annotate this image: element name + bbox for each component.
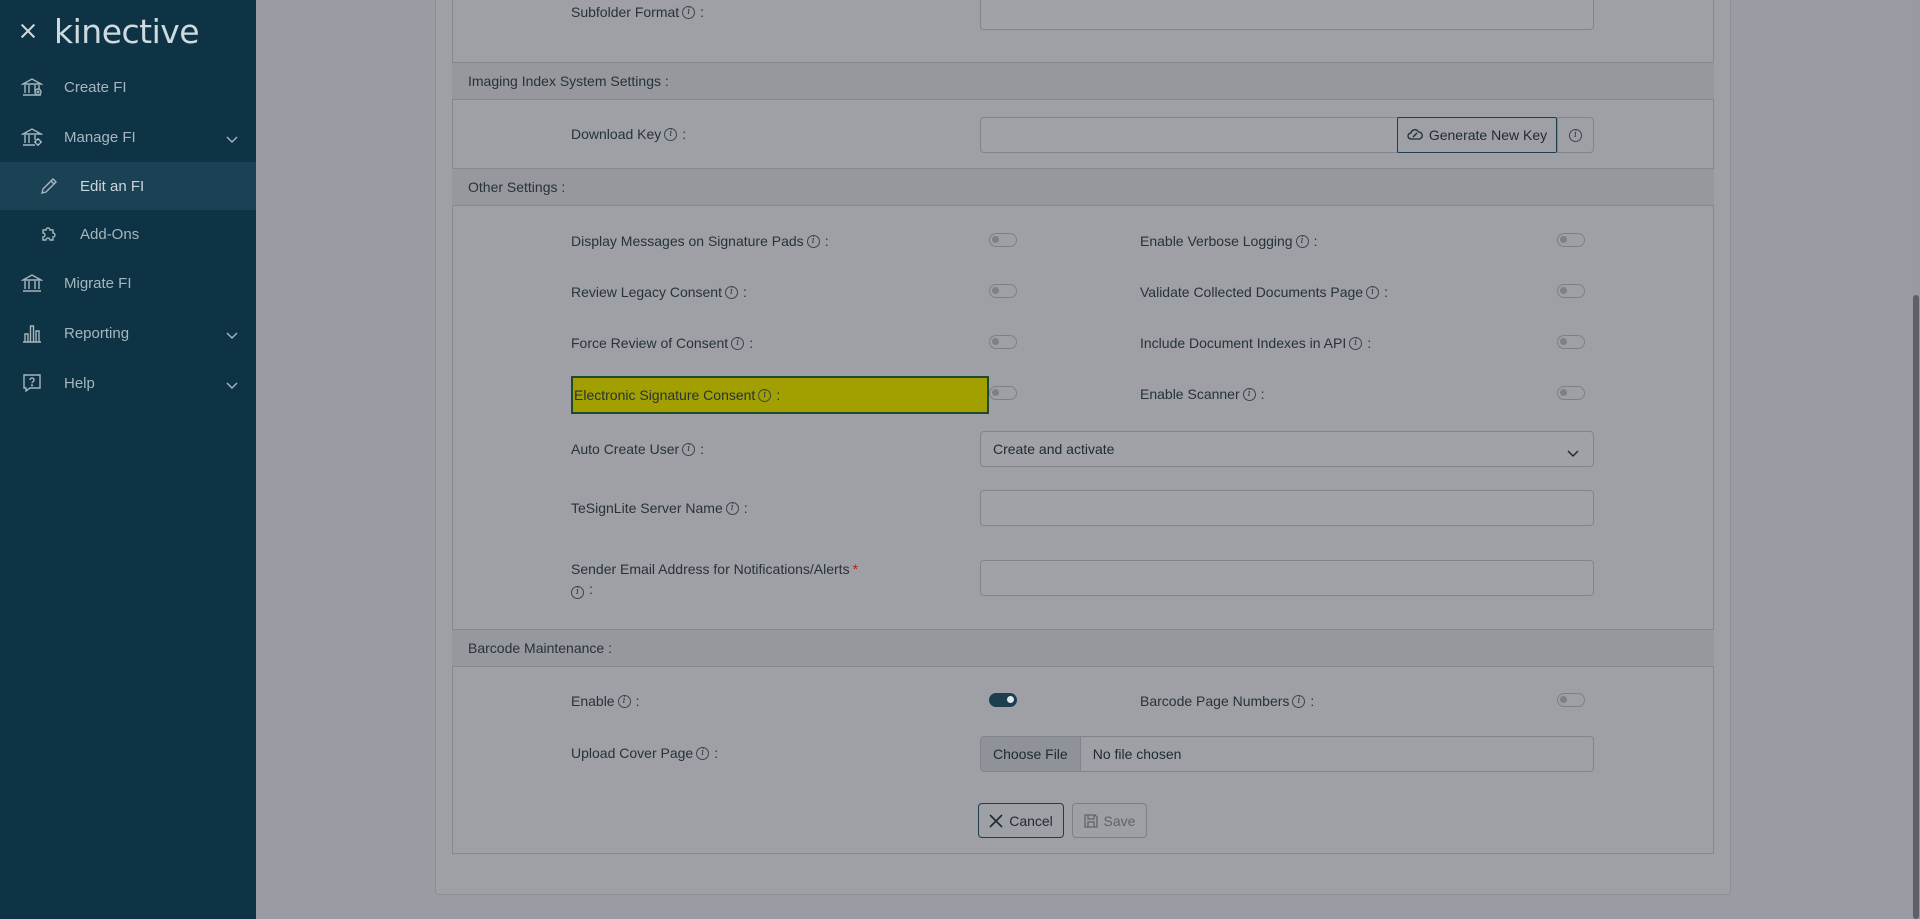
sidebar-item-label: Reporting	[64, 324, 130, 342]
enable-verbose-logging-label: Enable Verbose Logging i:	[1140, 233, 1318, 249]
chevron-down-icon	[226, 327, 238, 344]
enable-verbose-logging-toggle[interactable]	[1557, 233, 1585, 247]
bank-icon	[20, 271, 44, 295]
auto-create-user-select[interactable]: Create and activate	[980, 431, 1594, 467]
sidebar-item-manage-fi[interactable]: Manage FI	[0, 112, 256, 162]
choose-file-button[interactable]: Choose File	[981, 737, 1081, 771]
sidebar-item-label: Create FI	[64, 78, 127, 96]
sidebar-item-create-fi[interactable]: Create FI	[0, 62, 256, 112]
info-icon: i	[1569, 128, 1582, 142]
subfolder-format-label: Subfolder Format i:	[571, 4, 705, 20]
validate-documents-toggle[interactable]	[1557, 284, 1585, 298]
upload-cover-page-label: Upload Cover Page i:	[571, 745, 719, 761]
force-review-consent-toggle[interactable]	[989, 335, 1017, 349]
scrollbar-thumb[interactable]	[1913, 295, 1919, 919]
sender-email-label: Sender Email Address for Notifications/A…	[571, 561, 859, 599]
section-barcode: Barcode Maintenance :	[452, 629, 1714, 667]
barcode-enable-label: Enable i:	[571, 693, 640, 709]
info-icon[interactable]: i	[1292, 694, 1306, 708]
enable-scanner-label: Enable Scanner i:	[1140, 386, 1265, 402]
sidebar-item-help[interactable]: Help	[0, 358, 256, 408]
info-icon[interactable]: i	[724, 285, 738, 299]
force-review-consent-label: Force Review of Consent i:	[571, 335, 754, 351]
info-icon[interactable]: i	[725, 501, 739, 515]
display-messages-toggle[interactable]	[989, 233, 1017, 247]
file-status: No file chosen	[1092, 746, 1182, 762]
bank-icon	[20, 75, 44, 99]
download-key-label: Download Key i:	[571, 126, 687, 142]
display-messages-label: Display Messages on Signature Pads i:	[571, 233, 829, 249]
cancel-button[interactable]: Cancel	[978, 803, 1064, 838]
chevron-down-icon	[226, 131, 238, 148]
info-icon[interactable]: i	[1366, 285, 1380, 299]
section-other: Other Settings :	[452, 168, 1714, 206]
info-icon[interactable]: i	[758, 388, 772, 402]
sidebar-item-label: Migrate FI	[64, 274, 132, 292]
info-icon[interactable]: i	[617, 694, 631, 708]
info-icon[interactable]: i	[696, 746, 710, 760]
sidebar-item-reporting[interactable]: Reporting	[0, 308, 256, 358]
pencil-icon	[38, 175, 60, 197]
close-icon	[989, 813, 1003, 828]
cloud-key-icon	[1407, 129, 1423, 140]
download-key-input[interactable]	[980, 117, 1398, 153]
generate-new-key-button[interactable]: Generate New Key	[1397, 117, 1557, 153]
info-icon[interactable]: i	[571, 586, 584, 599]
help-icon	[20, 371, 44, 395]
sender-email-input[interactable]	[980, 560, 1594, 596]
download-key-info-button[interactable]: i	[1557, 117, 1594, 153]
electronic-signature-consent-label: Electronic Signature Consent i:	[574, 387, 781, 403]
sidebar-item-migrate-fi[interactable]: Migrate FI	[0, 258, 256, 308]
logo: kinective	[54, 11, 200, 51]
close-icon[interactable]	[20, 23, 36, 39]
sidebar-item-edit-fi[interactable]: Edit an FI	[0, 162, 256, 210]
sidebar-header: kinective	[0, 0, 256, 62]
info-icon[interactable]: i	[1349, 336, 1363, 350]
barcode-page-numbers-label: Barcode Page Numbers i:	[1140, 693, 1315, 709]
tesignlite-server-input[interactable]	[980, 490, 1594, 526]
chevron-down-icon	[226, 377, 238, 394]
info-icon[interactable]: i	[731, 336, 745, 350]
info-icon[interactable]: i	[806, 234, 820, 248]
floppy-disk-icon	[1083, 813, 1098, 828]
cover-page-file-input[interactable]: Choose File No file chosen	[980, 736, 1594, 772]
review-legacy-consent-toggle[interactable]	[989, 284, 1017, 298]
subfolder-format-input[interactable]	[980, 0, 1594, 30]
sidebar-item-label: Help	[64, 374, 95, 392]
validate-documents-label: Validate Collected Documents Page i:	[1140, 284, 1388, 300]
info-icon[interactable]: i	[1295, 234, 1309, 248]
sidebar-item-label: Edit an FI	[80, 177, 145, 195]
include-document-indexes-label: Include Document Indexes in API i:	[1140, 335, 1372, 351]
info-icon[interactable]: i	[1242, 387, 1256, 401]
include-document-indexes-toggle[interactable]	[1557, 335, 1585, 349]
required-mark: *	[852, 561, 859, 577]
sidebar-item-label: Add-Ons	[80, 225, 140, 243]
info-icon[interactable]: i	[664, 127, 678, 141]
auto-create-user-label: Auto Create User i:	[571, 441, 705, 457]
info-icon[interactable]: i	[682, 5, 696, 19]
bar-chart-icon	[20, 321, 44, 345]
sidebar: kinective Create FI Manage FI Edit an FI…	[0, 0, 256, 919]
save-button[interactable]: Save	[1072, 803, 1147, 838]
review-legacy-consent-label: Review Legacy Consent i:	[571, 284, 747, 300]
tesignlite-server-label: TeSignLite Server Name i:	[571, 500, 748, 516]
chevron-down-icon	[1567, 445, 1579, 461]
section-imaging: Imaging Index System Settings :	[452, 62, 1714, 100]
bank-gear-icon	[20, 125, 44, 149]
info-icon[interactable]: i	[682, 442, 696, 456]
enable-scanner-toggle[interactable]	[1557, 386, 1585, 400]
barcode-page-numbers-toggle[interactable]	[1557, 693, 1585, 707]
sidebar-item-add-ons[interactable]: Add-Ons	[0, 210, 256, 258]
barcode-enable-toggle[interactable]	[989, 693, 1017, 707]
sidebar-item-label: Manage FI	[64, 128, 136, 146]
electronic-signature-consent-toggle[interactable]	[989, 386, 1017, 400]
puzzle-icon	[38, 223, 60, 245]
